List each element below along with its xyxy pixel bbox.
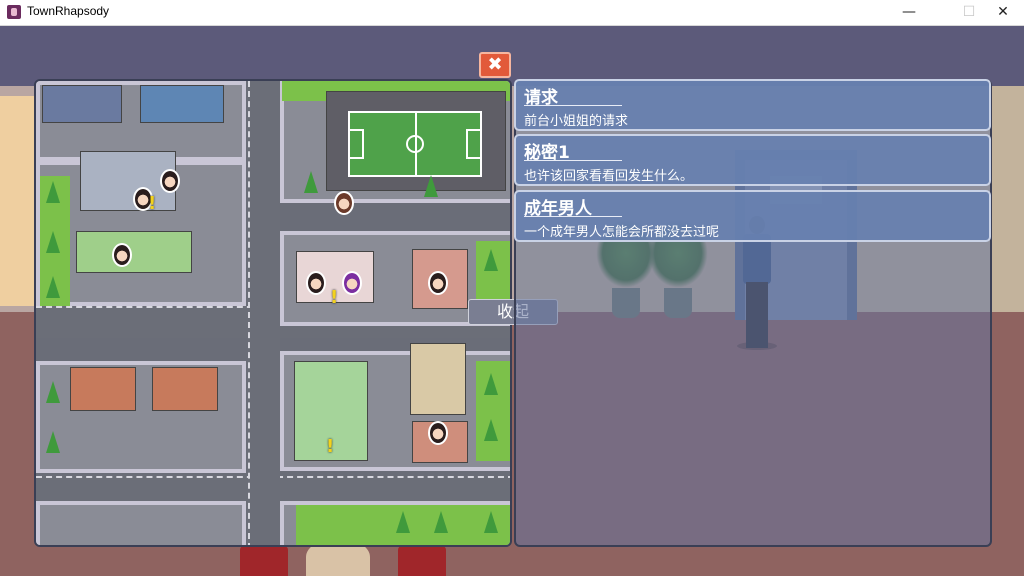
map-building [152, 367, 218, 411]
scene-upper-wall [0, 26, 1024, 86]
character-marker[interactable] [428, 421, 448, 445]
quest-divider [524, 216, 622, 217]
map-tree [46, 431, 60, 453]
close-window-button[interactable]: ✕ [980, 0, 1024, 25]
map-tree [46, 181, 60, 203]
quest-divider [524, 105, 622, 106]
quest-item[interactable]: 请求 前台小姐姐的请求 [514, 79, 991, 131]
map-building [410, 343, 466, 415]
quest-alert-icon[interactable]: ! [326, 438, 334, 456]
map-tree [46, 231, 60, 253]
field-center-circle [406, 135, 424, 153]
quest-item[interactable]: 成年男人 一个成年男人怎能会所都没去过呢 [514, 190, 991, 242]
map-tree [484, 249, 498, 271]
map-road [248, 81, 280, 545]
character-marker[interactable] [342, 271, 362, 295]
quest-description: 一个成年男人怎能会所都没去过呢 [524, 225, 720, 240]
map-tree [46, 276, 60, 298]
window-title: TownRhapsody [27, 4, 110, 18]
map-tree [304, 171, 318, 193]
quest-description: 也许该回家看看回发生什么。 [524, 169, 694, 184]
quest-alert-icon[interactable]: ! [330, 289, 338, 307]
map-tree [424, 175, 438, 197]
quest-alert-icon[interactable]: ! [148, 195, 156, 213]
map-tree [46, 381, 60, 403]
quest-description: 前台小姐姐的请求 [524, 114, 629, 129]
map-block [36, 501, 246, 545]
map-building [140, 85, 224, 123]
character-marker[interactable] [334, 191, 354, 215]
map-tree [434, 511, 448, 533]
character-marker[interactable] [428, 271, 448, 295]
town-map[interactable]: ! ! ! [34, 79, 512, 547]
window-titlebar: TownRhapsody — ☐ ✕ [0, 0, 1024, 26]
map-tree [396, 511, 410, 533]
minimize-button[interactable]: — [886, 0, 932, 25]
app-icon [7, 5, 21, 19]
chair [398, 546, 446, 576]
field-goal-box [350, 129, 364, 159]
character-marker[interactable] [160, 169, 180, 193]
map-tree [484, 511, 498, 533]
map-building [42, 85, 122, 123]
map-tree [484, 373, 498, 395]
close-map-button[interactable]: ✖ [479, 52, 511, 78]
map-building [70, 367, 136, 411]
soccer-field [348, 111, 482, 177]
character-marker[interactable] [306, 271, 326, 295]
map-building [76, 231, 192, 273]
field-goal-box [466, 129, 480, 159]
quest-divider [524, 160, 622, 161]
map-tree [484, 419, 498, 441]
chair [240, 546, 288, 576]
scene-left-wall [0, 96, 36, 306]
character-marker[interactable] [112, 243, 132, 267]
quest-item[interactable]: 秘密1 也许该回家看看回发生什么。 [514, 134, 991, 186]
